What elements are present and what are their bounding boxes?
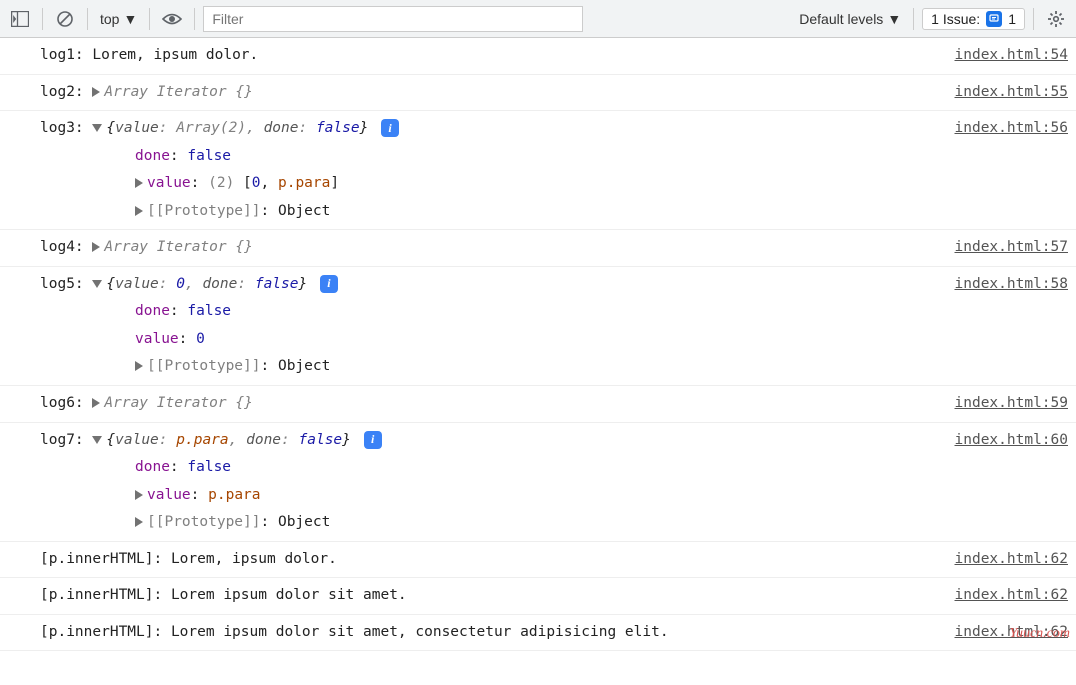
console-toolbar: top ▼ Default levels ▼ 1 Issue: 1 — [0, 0, 1076, 38]
collapse-icon[interactable] — [92, 124, 102, 132]
filter-input[interactable] — [203, 6, 583, 32]
clear-icon — [56, 10, 74, 28]
source-link[interactable]: index.html:56 — [945, 115, 1069, 143]
log-body: [p.innerHTML]: Lorem ipsum dolor sit ame… — [40, 582, 945, 610]
separator — [87, 8, 88, 30]
chevron-down-icon: ▼ — [887, 11, 901, 27]
log-body: [p.innerHTML]: Lorem ipsum dolor sit ame… — [40, 619, 945, 647]
log-levels-selector[interactable]: Default levels ▼ — [795, 11, 905, 27]
console-log-list: log1: Lorem, ipsum dolor. index.html:54 … — [0, 38, 1076, 651]
expand-icon[interactable] — [92, 242, 100, 252]
collapse-icon[interactable] — [92, 280, 102, 288]
iterator-summary[interactable]: Array Iterator {} — [104, 239, 252, 255]
log-body: log3: {value: Array(2), done: false} ido… — [40, 115, 945, 225]
log-body: log5: {value: 0, done: false} idone: fal… — [40, 271, 945, 381]
collapse-icon[interactable] — [92, 436, 102, 444]
iterator-summary[interactable]: Array Iterator {} — [104, 84, 252, 100]
source-link[interactable]: index.html:59 — [945, 390, 1069, 418]
separator — [42, 8, 43, 30]
iterator-summary[interactable]: Array Iterator {} — [104, 395, 252, 411]
expand-icon[interactable] — [135, 178, 143, 188]
source-link[interactable]: index.html:55 — [945, 79, 1069, 107]
log-body: log1: Lorem, ipsum dolor. — [40, 42, 945, 70]
object-property[interactable]: value: p.para — [40, 482, 945, 510]
separator — [194, 8, 195, 30]
expand-icon[interactable] — [92, 87, 100, 97]
log-row: log2: Array Iterator {} index.html:55 — [0, 75, 1076, 112]
log-body: log2: Array Iterator {} — [40, 79, 945, 107]
log-label: [p.innerHTML]: — [40, 624, 171, 640]
log-body: log7: {value: p.para, done: false} idone… — [40, 427, 945, 537]
log-text: Lorem, ipsum dolor. — [171, 551, 337, 567]
log-label: log2: — [40, 84, 92, 100]
log-body: log6: Array Iterator {} — [40, 390, 945, 418]
log-label: [p.innerHTML]: — [40, 551, 171, 567]
log-body: [p.innerHTML]: Lorem, ipsum dolor. — [40, 546, 945, 574]
log-label: log4: — [40, 239, 92, 255]
object-property[interactable]: done: false — [40, 454, 945, 482]
log-row: [p.innerHTML]: Lorem ipsum dolor sit ame… — [0, 615, 1076, 652]
log-text: Lorem, ipsum dolor. — [92, 47, 258, 63]
context-label: top — [100, 11, 119, 27]
source-link[interactable]: index.html:58 — [945, 271, 1069, 299]
gear-icon — [1047, 10, 1065, 28]
object-property[interactable]: value: (2) [0, p.para] — [40, 170, 945, 198]
object-property[interactable]: done: false — [40, 298, 945, 326]
issues-button[interactable]: 1 Issue: 1 — [922, 8, 1025, 30]
source-link[interactable]: index.html:54 — [945, 42, 1069, 70]
log-row: log3: {value: Array(2), done: false} ido… — [0, 111, 1076, 230]
object-property[interactable]: [[Prototype]]: Object — [40, 509, 945, 537]
expand-icon[interactable] — [92, 398, 100, 408]
log-row: log7: {value: p.para, done: false} idone… — [0, 423, 1076, 542]
chevron-down-icon: ▼ — [123, 11, 137, 27]
log-row: [p.innerHTML]: Lorem ipsum dolor sit ame… — [0, 578, 1076, 615]
expand-icon[interactable] — [135, 517, 143, 527]
log-text: Lorem ipsum dolor sit amet, consectetur … — [171, 624, 669, 640]
separator — [149, 8, 150, 30]
clear-console-button[interactable] — [51, 5, 79, 33]
log-row: log5: {value: 0, done: false} idone: fal… — [0, 267, 1076, 386]
issue-label: 1 Issue: — [931, 11, 980, 27]
settings-button[interactable] — [1042, 5, 1070, 33]
expand-icon[interactable] — [135, 361, 143, 371]
object-property[interactable]: done: false — [40, 143, 945, 171]
object-property[interactable]: [[Prototype]]: Object — [40, 353, 945, 381]
issue-count: 1 — [1008, 11, 1016, 27]
log-label: [p.innerHTML]: — [40, 587, 171, 603]
eye-icon — [162, 12, 182, 26]
source-link[interactable]: index.html:57 — [945, 234, 1069, 262]
log-text: Lorem ipsum dolor sit amet. — [171, 587, 407, 603]
expand-icon[interactable] — [135, 490, 143, 500]
separator — [913, 8, 914, 30]
log-body: log4: Array Iterator {} — [40, 234, 945, 262]
log-row: log4: Array Iterator {} index.html:57 — [0, 230, 1076, 267]
log-label: log3: — [40, 120, 92, 136]
log-label: log7: — [40, 432, 92, 448]
source-link[interactable]: index.html:62 — [945, 546, 1069, 574]
source-link[interactable]: index.html:62 — [945, 619, 1069, 647]
source-link[interactable]: index.html:62 — [945, 582, 1069, 610]
info-icon[interactable]: i — [320, 275, 338, 293]
separator — [1033, 8, 1034, 30]
info-icon[interactable]: i — [364, 431, 382, 449]
log-label: log6: — [40, 395, 92, 411]
log-row: log1: Lorem, ipsum dolor. index.html:54 — [0, 38, 1076, 75]
log-row: log6: Array Iterator {} index.html:59 — [0, 386, 1076, 423]
live-expression-button[interactable] — [158, 5, 186, 33]
log-label: log1: — [40, 47, 92, 63]
levels-label: Default levels — [799, 11, 883, 27]
log-label: log5: — [40, 276, 92, 292]
source-link[interactable]: index.html:60 — [945, 427, 1069, 455]
object-property[interactable]: value: 0 — [40, 326, 945, 354]
issue-icon — [986, 11, 1002, 27]
panel-icon — [11, 11, 29, 27]
info-icon[interactable]: i — [381, 119, 399, 137]
toggle-sidebar-button[interactable] — [6, 5, 34, 33]
context-selector[interactable]: top ▼ — [96, 11, 141, 27]
expand-icon[interactable] — [135, 206, 143, 216]
log-row: [p.innerHTML]: Lorem, ipsum dolor. index… — [0, 542, 1076, 579]
object-property[interactable]: [[Prototype]]: Object — [40, 198, 945, 226]
